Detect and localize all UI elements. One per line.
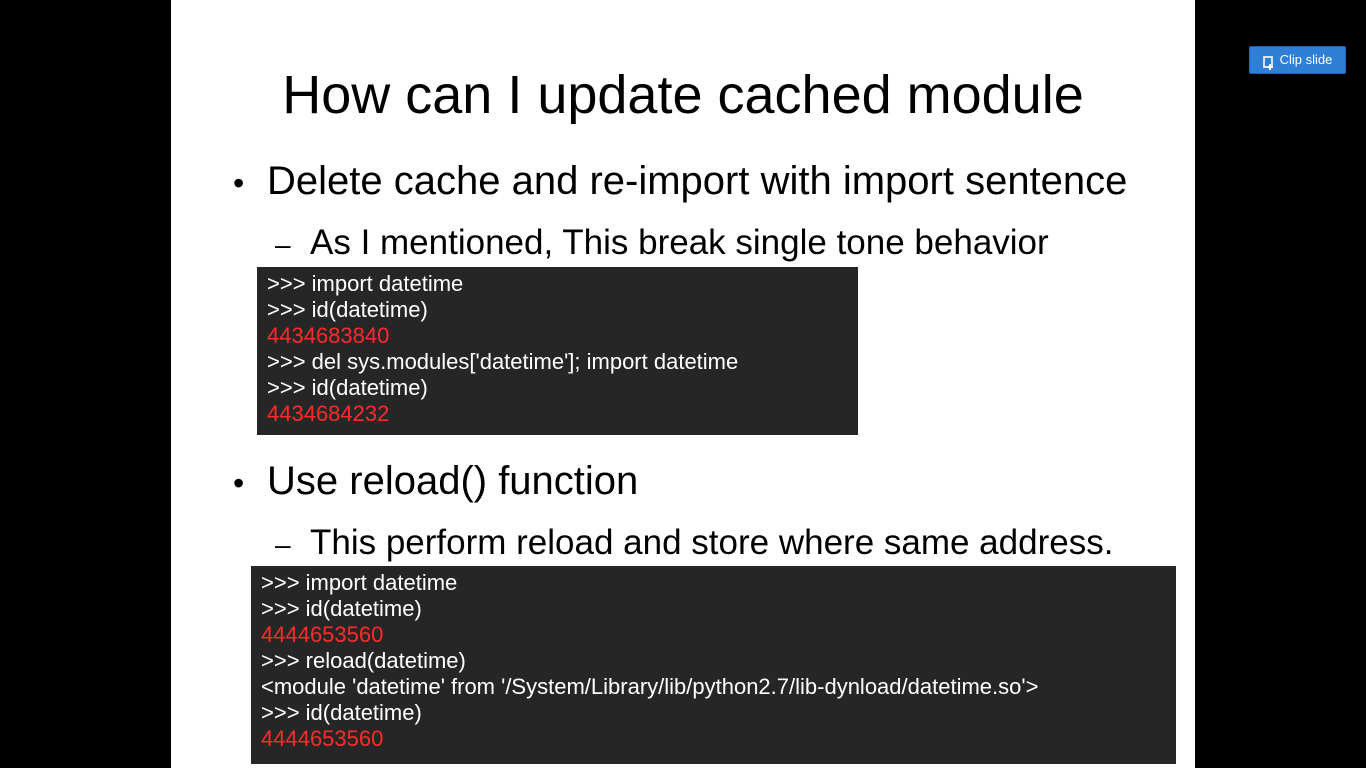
bullet-2-text: Use reload() function — [267, 459, 639, 503]
code-output: 4434683840 — [267, 323, 390, 348]
code-block-1: >>> import datetime >>> id(datetime) 443… — [257, 267, 858, 435]
subbullet-1: – As I mentioned, This break single tone … — [275, 222, 1049, 266]
subbullet-2: – This perform reload and store where sam… — [275, 522, 1113, 566]
code-line: >>> id(datetime) — [261, 700, 422, 725]
code-line: >>> import datetime — [261, 570, 458, 595]
clip-slide-label: Clip slide — [1279, 52, 1333, 67]
slide-title: How can I update cached module — [282, 65, 1084, 125]
code-line: >>> import datetime — [267, 271, 464, 296]
subbullet-1-text: As I mentioned, This break single tone b… — [310, 223, 1049, 262]
subbullet-dash: – — [275, 529, 291, 560]
subbullet-2-text: This perform reload and store where same… — [310, 523, 1114, 562]
bullet-dot: • — [233, 465, 245, 501]
bullet-1: • Delete cache and re-import with import … — [233, 157, 1127, 207]
code-output: 4434684232 — [267, 401, 390, 426]
code-line: >>> id(datetime) — [267, 375, 428, 400]
clip-slide-button[interactable]: Clip slide — [1249, 46, 1346, 74]
clip-slide-icon — [1262, 53, 1275, 70]
code-line: >>> reload(datetime) — [261, 648, 466, 673]
code-output: 4444653560 — [261, 726, 384, 751]
bullet-dot: • — [233, 165, 245, 201]
code-output: 4444653560 — [261, 622, 384, 647]
code-block-2: >>> import datetime >>> id(datetime) 444… — [251, 566, 1176, 764]
code-line: <module 'datetime' from '/System/Library… — [261, 674, 1039, 699]
subbullet-dash: – — [275, 229, 291, 260]
code-line: >>> id(datetime) — [261, 596, 422, 621]
code-line: >>> id(datetime) — [267, 297, 428, 322]
code-line: >>> del sys.modules['datetime']; import … — [267, 349, 739, 374]
bullet-2: • Use reload() function — [233, 457, 638, 507]
slide-viewer: How can I update cached module • Delete c… — [0, 0, 1366, 768]
slide: How can I update cached module • Delete c… — [171, 0, 1195, 768]
bullet-1-text: Delete cache and re-import with import s… — [267, 159, 1128, 203]
